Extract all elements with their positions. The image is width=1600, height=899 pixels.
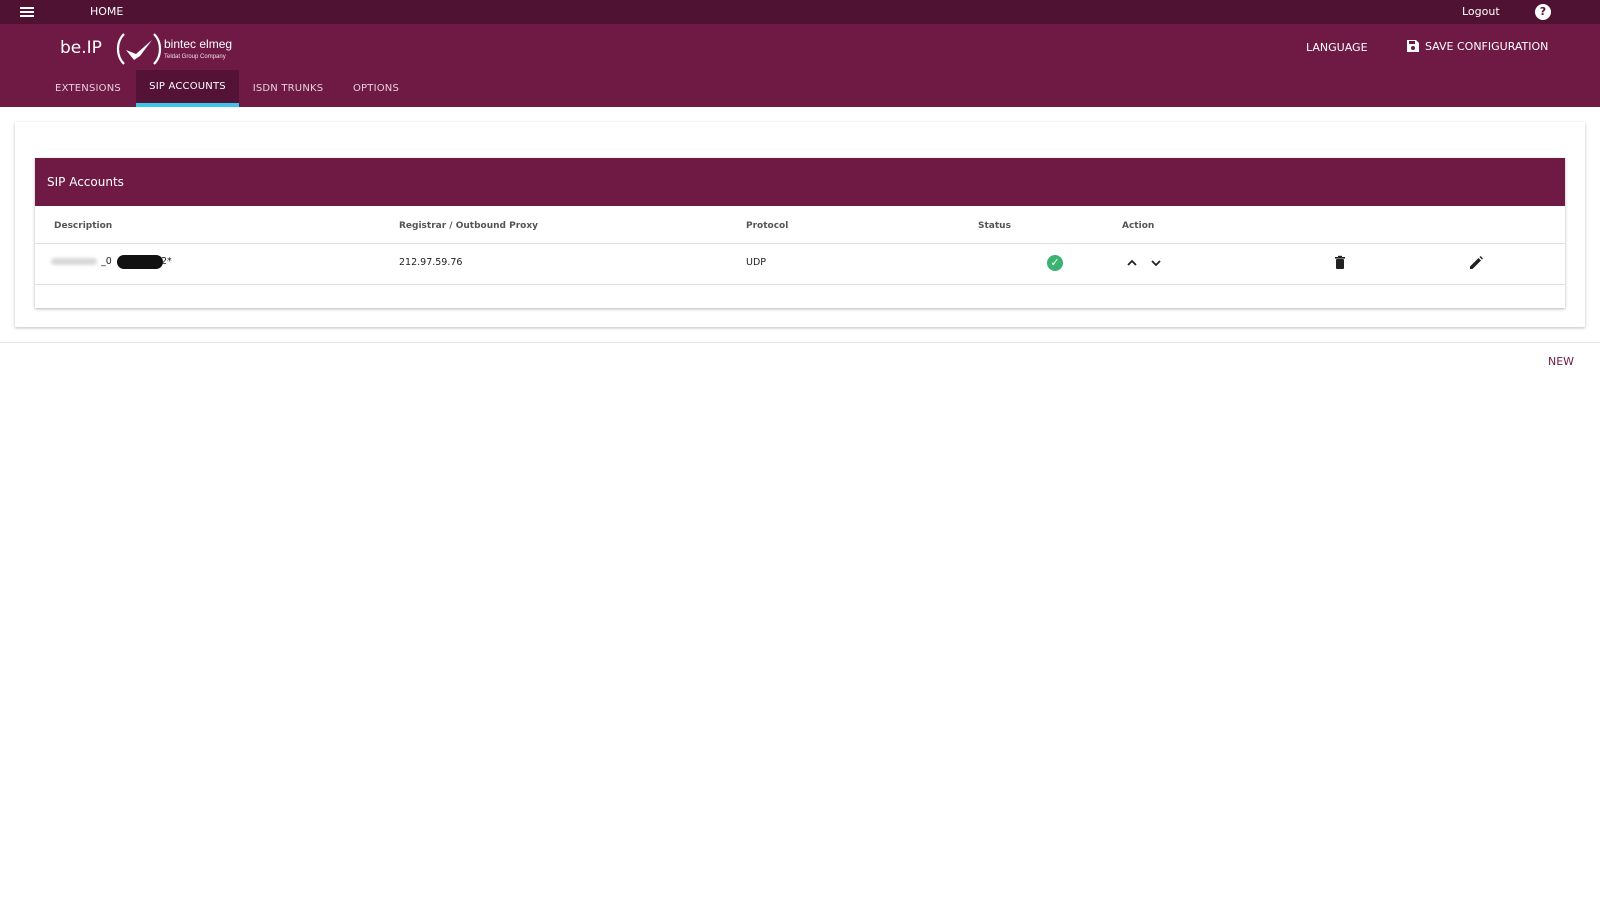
trash-icon[interactable] <box>1331 254 1349 272</box>
save-configuration-button[interactable]: SAVE CONFIGURATION <box>1406 39 1548 53</box>
content-card: SIP Accounts Description Registrar / Out… <box>15 122 1585 327</box>
brand-subtext: Teldat Group Company <box>164 54 226 60</box>
brand-logo: bintec elmeg Teldat Group Company <box>116 33 232 65</box>
description-visible-text: _0 <box>101 256 112 267</box>
new-button[interactable]: NEW <box>1548 355 1574 368</box>
description-suffix-text: 2* <box>161 256 172 267</box>
registrar-value: 212.97.59.76 <box>399 257 463 268</box>
column-header-registrar: Registrar / Outbound Proxy <box>399 221 538 231</box>
home-link[interactable]: HOME <box>90 5 123 18</box>
save-icon <box>1407 40 1419 52</box>
app-header: be.IP bintec elmeg Teldat Group Company … <box>0 24 1600 107</box>
panel-title: SIP Accounts <box>35 158 1565 206</box>
header-divider <box>35 243 1565 244</box>
tab-isdn-trunks[interactable]: ISDN TRUNKS <box>250 70 326 107</box>
column-header-action: Action <box>1122 221 1155 231</box>
chevron-down-icon[interactable] <box>1147 254 1165 272</box>
page-divider <box>0 342 1600 343</box>
brand-text: bintec elmeg <box>164 37 232 51</box>
menu-icon[interactable] <box>17 4 37 20</box>
sip-accounts-panel: SIP Accounts Description Registrar / Out… <box>35 158 1565 308</box>
tab-options[interactable]: OPTIONS <box>344 70 408 107</box>
logout-link[interactable]: Logout <box>1462 5 1500 18</box>
help-icon[interactable]: ? <box>1535 4 1551 20</box>
check-circle-icon: ✓ <box>1047 255 1063 271</box>
row-divider <box>35 284 1565 285</box>
product-name: be.IP <box>60 38 102 58</box>
top-bar: HOME Logout ? <box>0 0 1600 24</box>
redacted-description: _0 2* <box>51 255 172 269</box>
column-header-description: Description <box>54 221 113 231</box>
pencil-icon[interactable] <box>1467 254 1485 272</box>
language-button[interactable]: LANGUAGE <box>1306 41 1368 54</box>
tab-sip-accounts[interactable]: SIP ACCOUNTS <box>136 70 239 107</box>
column-header-protocol: Protocol <box>746 221 789 231</box>
protocol-value: UDP <box>746 257 766 268</box>
chevron-up-icon[interactable] <box>1123 254 1141 272</box>
save-configuration-label: SAVE CONFIGURATION <box>1425 39 1549 53</box>
tab-extensions[interactable]: EXTENSIONS <box>52 70 124 107</box>
column-header-status: Status <box>978 221 1011 231</box>
